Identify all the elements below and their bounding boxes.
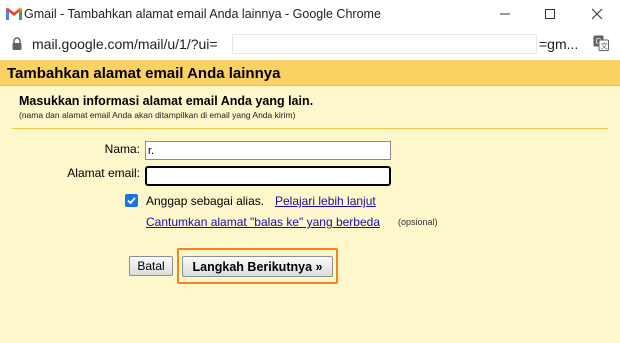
- address-bar[interactable]: mail.google.com/mail/u/1/?ui= =gm... G 文: [0, 28, 620, 60]
- learn-more-link[interactable]: Pelajari lebih lanjut: [275, 194, 376, 208]
- lock-icon[interactable]: [11, 37, 23, 51]
- divider: [12, 128, 608, 129]
- svg-text:文: 文: [601, 41, 609, 51]
- alias-label: Anggap sebagai alias.: [146, 194, 265, 208]
- translate-icon[interactable]: G 文: [593, 35, 609, 51]
- checkmark-icon: [127, 197, 136, 205]
- email-field[interactable]: [145, 166, 391, 186]
- form-subtitle: Masukkan informasi alamat email Anda yan…: [19, 94, 314, 108]
- close-icon: [591, 8, 603, 20]
- maximize-icon: [545, 9, 555, 19]
- minimize-button[interactable]: [482, 0, 528, 28]
- url-text[interactable]: mail.google.com/mail/u/1/?ui=: [32, 36, 218, 52]
- page-title: Tambahkan alamat email Anda lainnya: [7, 65, 281, 82]
- name-field[interactable]: [145, 141, 391, 160]
- page-content: Tambahkan alamat email Anda lainnya Masu…: [0, 60, 620, 343]
- alias-checkbox[interactable]: [125, 194, 138, 207]
- gmail-logo-icon: [6, 7, 22, 20]
- optional-note: (opsional): [398, 217, 438, 227]
- page-header: Tambahkan alamat email Anda lainnya: [0, 60, 620, 86]
- minimize-icon: [500, 13, 510, 15]
- cancel-button[interactable]: Batal: [129, 256, 173, 276]
- url-tail-text[interactable]: =gm...: [539, 36, 578, 52]
- next-step-button[interactable]: Langkah Berikutnya »: [182, 256, 333, 277]
- form-note: (nama dan alamat email Anda akan ditampi…: [19, 110, 296, 120]
- url-redacted-area: [232, 34, 537, 54]
- email-label: Alamat email:: [67, 166, 140, 180]
- window-titlebar: Gmail - Tambahkan alamat email Anda lain…: [0, 0, 620, 28]
- maximize-button[interactable]: [527, 0, 573, 28]
- name-label: Nama:: [104, 142, 140, 156]
- reply-to-link[interactable]: Cantumkan alamat "balas ke" yang berbeda: [146, 215, 380, 229]
- window-title: Gmail - Tambahkan alamat email Anda lain…: [24, 7, 381, 21]
- close-button[interactable]: [574, 0, 620, 28]
